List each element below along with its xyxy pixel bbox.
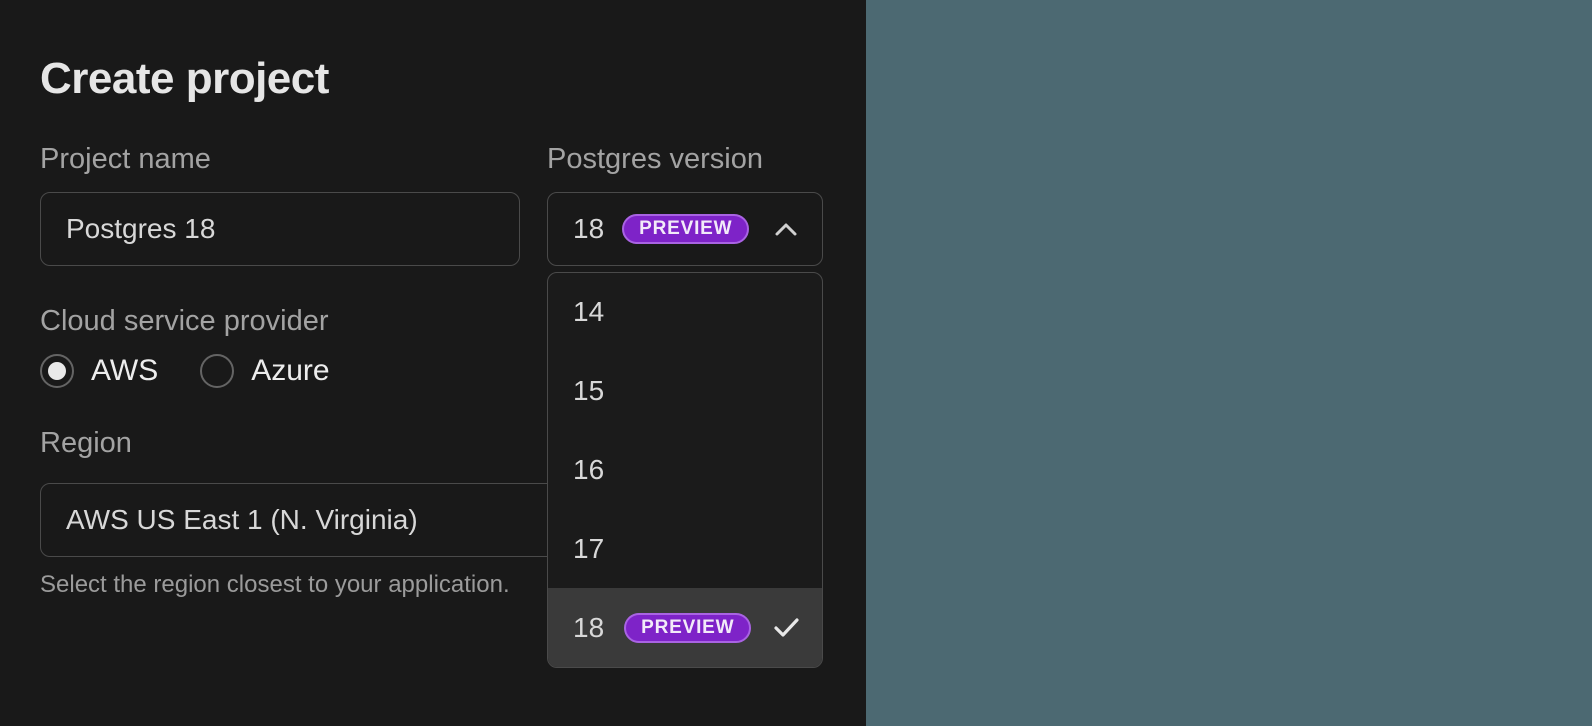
region-value: AWS US East 1 (N. Virginia) [66, 504, 418, 536]
version-option-label: 15 [573, 375, 604, 407]
radio-option-label: Azure [251, 354, 329, 388]
radio-option-azure[interactable]: Azure [200, 354, 329, 388]
preview-badge: PREVIEW [624, 613, 751, 643]
postgres-version-select[interactable]: 18 PREVIEW [547, 192, 823, 266]
radio-selected-icon [40, 354, 74, 388]
radio-option-aws[interactable]: AWS [40, 354, 158, 388]
version-option-15[interactable]: 15 [548, 352, 822, 431]
cloud-provider-options: AWS Azure [40, 354, 372, 388]
page: Create project Project name Postgres ver… [0, 0, 1592, 726]
project-name-input[interactable] [40, 192, 520, 266]
version-option-label: 14 [573, 296, 604, 328]
radio-option-label: AWS [91, 354, 158, 388]
page-title: Create project [40, 51, 329, 107]
version-option-label: 18 [573, 612, 604, 644]
project-name-label: Project name [40, 142, 211, 176]
create-project-panel: Create project Project name Postgres ver… [0, 0, 866, 726]
version-option-label: 17 [573, 533, 604, 565]
region-label: Region [40, 426, 132, 460]
postgres-version-value: 18 [573, 213, 604, 245]
chevron-up-icon [774, 222, 798, 237]
postgres-version-dropdown: 14 15 16 17 18 PREVIEW [547, 272, 823, 668]
cloud-provider-label: Cloud service provider [40, 304, 329, 338]
preview-badge: PREVIEW [622, 214, 749, 244]
version-option-16[interactable]: 16 [548, 431, 822, 510]
region-help-text: Select the region closest to your applic… [40, 570, 560, 600]
version-option-14[interactable]: 14 [548, 273, 822, 352]
version-option-17[interactable]: 17 [548, 509, 822, 588]
postgres-version-label: Postgres version [547, 142, 763, 176]
radio-unselected-icon [200, 354, 234, 388]
version-option-label: 16 [573, 454, 604, 486]
version-option-18[interactable]: 18 PREVIEW [548, 588, 822, 667]
check-icon [773, 617, 800, 638]
